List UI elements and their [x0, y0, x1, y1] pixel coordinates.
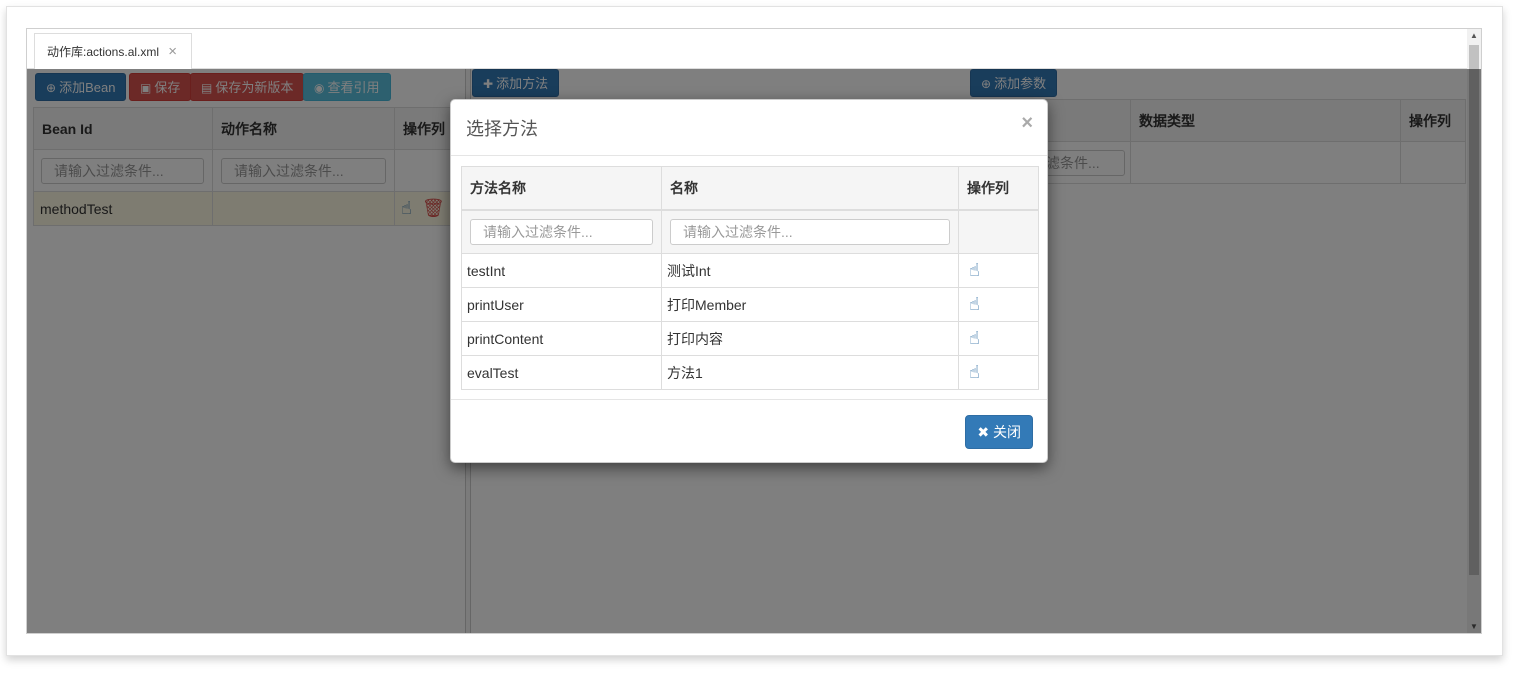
vertical-scrollbar[interactable]: ▲ ▼ [1467, 29, 1481, 633]
parameter-table: 数据类型 操作列 滤条件... [1034, 99, 1466, 184]
tab-bar: 动作库:actions.al.xml × [27, 29, 1469, 70]
name-cell: 方法1 [661, 355, 959, 390]
tab-title: 动作库:actions.al.xml [47, 45, 160, 59]
column-bean-id: Bean Id [33, 107, 213, 150]
add-parameter-button[interactable]: ⊕ 添加参数 [970, 69, 1058, 97]
name-cell: 打印内容 [661, 321, 959, 356]
save-button[interactable]: ▣ 保存 [129, 73, 192, 101]
table-row[interactable]: printContent 打印内容 ☝ [461, 321, 1039, 356]
trash-icon[interactable]: 🗑 [422, 198, 445, 218]
column-operations: 操作列 [958, 166, 1039, 211]
view-references-button[interactable]: ◉ 查看引用 [303, 73, 391, 101]
name-cell: 打印Member [661, 287, 959, 322]
column-data-type: 数据类型 [1130, 99, 1401, 142]
bean-id-cell: methodTest [33, 191, 213, 226]
eye-icon: ◉ [314, 81, 325, 95]
bean-table: Bean Id 动作名称 操作列 methodTest ☝ 🗑 [33, 107, 465, 226]
tab-close-icon[interactable]: × [168, 44, 177, 59]
add-method-button[interactable]: ✚ 添加方法 [472, 69, 560, 97]
method-name-filter-input[interactable] [470, 218, 653, 245]
method-table: 方法名称 名称 操作列 testInt 测试Int ☝ printUser 打印… [461, 166, 1039, 390]
modal-footer: ✖ 关闭 [451, 399, 1047, 463]
column-operations: 操作列 [1400, 99, 1466, 142]
hand-pointer-icon[interactable]: ☝ [969, 260, 980, 280]
add-bean-button[interactable]: ⊕ 添加Bean [35, 73, 127, 101]
bean-id-filter-input[interactable] [41, 157, 204, 184]
scrollbar-thumb[interactable] [1469, 45, 1479, 575]
method-name-cell: printContent [461, 321, 662, 356]
plus-icon: ✚ [483, 77, 494, 91]
hand-pointer-icon[interactable]: ☝ [969, 362, 980, 382]
close-icon[interactable]: × [1021, 112, 1033, 135]
select-method-dialog: 选择方法 × 方法名称 名称 操作列 testInt 测试Int ☝ print… [450, 99, 1048, 463]
column-hidden [1034, 99, 1131, 142]
times-icon: ✖ [977, 424, 990, 440]
hand-pointer-icon[interactable]: ☝ [401, 198, 412, 218]
table-row[interactable]: printUser 打印Member ☝ [461, 287, 1039, 322]
plus-circle-icon: ⊕ [981, 77, 992, 91]
tab-actions-library[interactable]: 动作库:actions.al.xml × [34, 33, 192, 70]
scroll-down-icon[interactable]: ▼ [1470, 622, 1478, 631]
table-row[interactable]: methodTest ☝ 🗑 [33, 191, 465, 226]
method-name-cell: testInt [461, 253, 662, 288]
column-action-name: 动作名称 [212, 107, 395, 150]
save-as-new-version-button[interactable]: ▤ 保存为新版本 [190, 73, 305, 101]
close-button[interactable]: ✖ 关闭 [965, 415, 1033, 449]
table-row[interactable]: evalTest 方法1 ☝ [461, 355, 1039, 390]
name-filter-input[interactable] [670, 218, 950, 245]
method-name-cell: printUser [461, 287, 662, 322]
modal-body: 方法名称 名称 操作列 testInt 测试Int ☝ printUser 打印… [461, 166, 1039, 390]
column-method-name: 方法名称 [461, 166, 662, 211]
modal-header: 选择方法 × [451, 100, 1047, 156]
action-name-filter-input[interactable] [221, 157, 386, 184]
scroll-up-icon[interactable]: ▲ [1470, 31, 1478, 40]
hand-pointer-icon[interactable]: ☝ [969, 294, 980, 314]
file-icon: ▤ [201, 81, 213, 95]
modal-title: 选择方法 [466, 119, 538, 140]
floppy-icon: ▣ [140, 81, 152, 95]
plus-circle-icon: ⊕ [46, 81, 57, 95]
method-name-cell: evalTest [461, 355, 662, 390]
table-row[interactable]: testInt 测试Int ☝ [461, 253, 1039, 288]
name-cell: 测试Int [661, 253, 959, 288]
hand-pointer-icon[interactable]: ☝ [969, 328, 980, 348]
action-name-cell [212, 191, 395, 226]
param-filter-input[interactable]: 滤条件... [1039, 149, 1125, 176]
column-name: 名称 [661, 166, 959, 211]
